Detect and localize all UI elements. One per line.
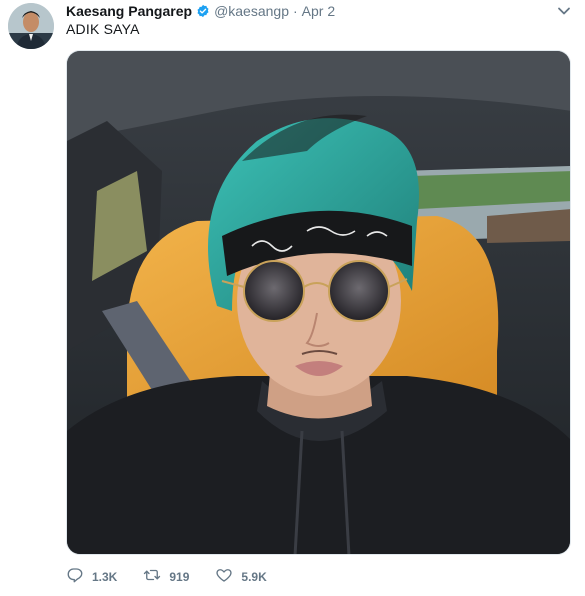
like-count: 5.9K bbox=[241, 570, 267, 584]
separator-dot: · bbox=[293, 3, 298, 19]
retweet-button[interactable]: 919 bbox=[143, 566, 189, 589]
reply-icon bbox=[66, 566, 84, 589]
tweet-actions: 1.3K 919 5.9K bbox=[66, 566, 293, 588]
like-button[interactable]: 5.9K bbox=[215, 566, 267, 589]
retweet-icon bbox=[143, 566, 161, 589]
tweet-header: Kaesang Pangarep @kaesangp · Apr 2 bbox=[66, 2, 335, 20]
tweet-date[interactable]: Apr 2 bbox=[302, 3, 335, 19]
display-name[interactable]: Kaesang Pangarep bbox=[66, 3, 192, 19]
retweet-count: 919 bbox=[169, 570, 190, 584]
verified-badge-icon bbox=[196, 4, 210, 18]
chevron-down-icon[interactable] bbox=[557, 4, 571, 18]
reply-button[interactable]: 1.3K bbox=[66, 566, 117, 589]
avatar[interactable] bbox=[8, 3, 54, 49]
tweet-text: ADIK SAYA bbox=[66, 21, 140, 37]
tweet-photo[interactable] bbox=[66, 50, 571, 555]
tweet: Kaesang Pangarep @kaesangp · Apr 2 ADIK … bbox=[0, 0, 585, 596]
reply-count: 1.3K bbox=[92, 570, 118, 584]
user-handle[interactable]: @kaesangp bbox=[214, 3, 289, 19]
heart-icon bbox=[215, 566, 233, 589]
